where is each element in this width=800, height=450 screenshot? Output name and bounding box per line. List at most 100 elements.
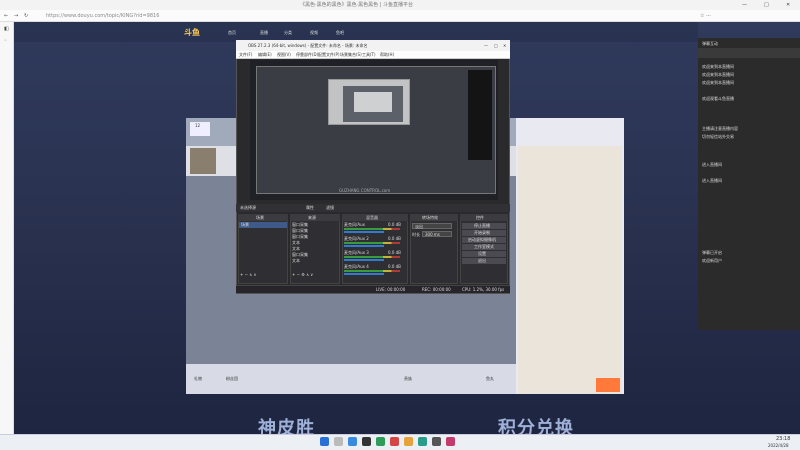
obs-maximize-icon[interactable]: □ [494, 43, 498, 48]
mixer-track-name: 麦克风/Aux 3 [344, 250, 369, 255]
fishball-label[interactable]: 鱼丸 [486, 376, 494, 381]
stop-streaming-button[interactable]: 停止直播 [462, 223, 506, 229]
scene-add-remove-icons[interactable]: + − ∧ ∨ [240, 272, 256, 277]
noble-label[interactable]: 贵族 [404, 376, 412, 381]
mixer-meter [344, 228, 400, 230]
chat-message: 切勿轻信站外交易 [702, 134, 734, 139]
fan-club-label[interactable]: 粉丝团 [226, 376, 238, 381]
app-icon[interactable] [432, 437, 441, 446]
site-logo[interactable]: 斗鱼 [184, 27, 200, 38]
source-item[interactable]: 文本 [292, 240, 300, 245]
mixer-title: 混音器 [366, 215, 378, 220]
mixer-meter [344, 242, 400, 244]
side-icon-2[interactable]: ◦ [4, 38, 7, 44]
duration-label: 时长 [412, 232, 420, 237]
menu-scene-collection[interactable]: 场景集合(S) [340, 52, 362, 57]
controls-dock-header: 控件 [460, 214, 508, 221]
source-item[interactable]: 窗口采集 [292, 222, 308, 227]
menu-help[interactable]: 帮助(H) [380, 52, 394, 57]
side-icon-1[interactable]: ◧ [4, 26, 9, 32]
chat-message: 弹幕已开启 [702, 250, 722, 255]
preview-watermark: GUZHANG CONTROL.com [339, 188, 391, 193]
properties-button[interactable]: 属性 [306, 205, 314, 210]
chat-tabs[interactable] [698, 48, 800, 58]
taskbar [0, 434, 800, 450]
app-icon[interactable] [418, 437, 427, 446]
start-recording-button[interactable]: 开始录制 [462, 230, 506, 236]
send-button[interactable] [596, 378, 620, 392]
source-item[interactable]: 文本 [292, 246, 300, 251]
source-item[interactable]: 窗口采集 [292, 252, 308, 257]
tab-title[interactable]: 《黑色·黑色的黑色》黑色·黑色黑色 | 斗鱼直播平台 [300, 2, 413, 8]
obs-statusbar: LIVE: 00:00:00 REC: 00:00:00 CPU: 1.2%, … [236, 285, 510, 293]
exit-button[interactable]: 退出 [462, 258, 506, 264]
mixer-volume-slider[interactable] [344, 245, 384, 247]
edge-icon[interactable] [348, 437, 357, 446]
nav-item-live[interactable]: 直播 [260, 30, 268, 35]
refresh-icon[interactable]: ↻ [24, 13, 28, 19]
scenes-dock-header: 场景 [238, 214, 288, 221]
transitions-title: 转场特效 [422, 215, 438, 220]
folder-icon[interactable] [404, 437, 413, 446]
menu-docks[interactable]: 停靠部件(D) [296, 52, 318, 57]
gift-label[interactable]: 礼物 [194, 376, 202, 381]
mixer-volume-slider[interactable] [344, 273, 384, 275]
browser-side-panel: ◧ ◦ [0, 22, 14, 434]
scene-item[interactable]: 场景 [239, 222, 287, 228]
menu-edit[interactable]: 编辑(E) [258, 52, 272, 57]
browser-tab-bar: 《黑色·黑色的黑色》黑色·黑色黑色 | 斗鱼直播平台 — □ ✕ [0, 0, 800, 10]
settings-button[interactable]: 设置 [462, 251, 506, 257]
obs-close-icon[interactable]: ✕ [503, 43, 506, 48]
forward-icon[interactable]: → [14, 13, 18, 19]
chat-message: 欢迎新用户 [702, 258, 722, 263]
nav-item-video[interactable]: 视频 [310, 30, 318, 35]
nav-item-category[interactable]: 分类 [284, 30, 292, 35]
mixer-volume-slider[interactable] [344, 231, 384, 233]
back-icon[interactable]: ← [4, 13, 8, 19]
address-bar-row: ← → ↻ https://www.douyu.com/topic/KING?r… [0, 10, 800, 22]
menu-profile[interactable]: 配置文件(P) [318, 52, 340, 57]
extensions-icon[interactable]: ☆ ⋯ [700, 13, 711, 19]
menu-file[interactable]: 文件(F) [239, 52, 252, 57]
nav-item-forum[interactable]: 鱼吧 [336, 30, 344, 35]
chat-message: 欢迎来到本直播间 [702, 72, 734, 77]
source-item[interactable]: 窗口采集 [292, 228, 308, 233]
source-item[interactable]: 文本 [292, 258, 300, 263]
app-icon[interactable] [390, 437, 399, 446]
chat-message: 欢迎观看斗鱼直播 [702, 96, 734, 101]
avatar[interactable] [190, 148, 216, 174]
mixer-track-db: 0.0 dB [388, 236, 401, 241]
obs-menubar: 文件(F) 编辑(E) 视图(V) 停靠部件(D) 配置文件(P) 场景集合(S… [236, 51, 510, 59]
close-icon[interactable]: ✕ [786, 2, 790, 8]
search-icon[interactable] [334, 437, 343, 446]
menu-tools[interactable]: 工具(T) [362, 52, 376, 57]
rec-time: REC: 00:00:00 [422, 287, 451, 292]
clock-date[interactable]: 2022/4/28 [768, 443, 789, 448]
menu-view[interactable]: 视图(V) [277, 52, 291, 57]
url-field[interactable]: https://www.douyu.com/topic/KING?rid=981… [46, 13, 159, 19]
source-item[interactable]: 窗口采集 [292, 234, 308, 239]
chat-message: 欢迎来到本直播间 [702, 64, 734, 69]
app-icon[interactable] [446, 437, 455, 446]
obs-icon[interactable] [362, 437, 371, 446]
start-icon[interactable] [320, 437, 329, 446]
sources-title: 来源 [308, 215, 316, 220]
clock-time[interactable]: 23:18 [776, 436, 790, 442]
mixer-volume-slider[interactable] [344, 259, 384, 261]
maximize-icon[interactable]: □ [764, 2, 769, 8]
minimize-icon[interactable]: — [742, 2, 747, 8]
duration-field[interactable]: 300 ms [422, 231, 452, 237]
mixer-dock-header: 混音器 [342, 214, 408, 221]
studio-mode-button[interactable]: 工作室模式 [462, 244, 506, 250]
nav-item-home[interactable]: 首页 [228, 30, 236, 35]
scenes-title: 场景 [256, 215, 264, 220]
obs-minimize-icon[interactable]: — [484, 43, 488, 48]
virtual-camera-button[interactable]: 启动虚拟摄像机 [462, 237, 506, 243]
chat-header: 弹幕互动 [702, 41, 718, 46]
filters-button[interactable]: 滤镜 [326, 205, 334, 210]
app-icon[interactable] [376, 437, 385, 446]
source-add-remove-icons[interactable]: + − ⚙ ∧ ∨ [292, 272, 313, 277]
transition-select[interactable]: 淡出 [412, 223, 452, 229]
nested-preview-core [354, 92, 392, 112]
live-time: LIVE: 00:00:00 [376, 287, 406, 292]
